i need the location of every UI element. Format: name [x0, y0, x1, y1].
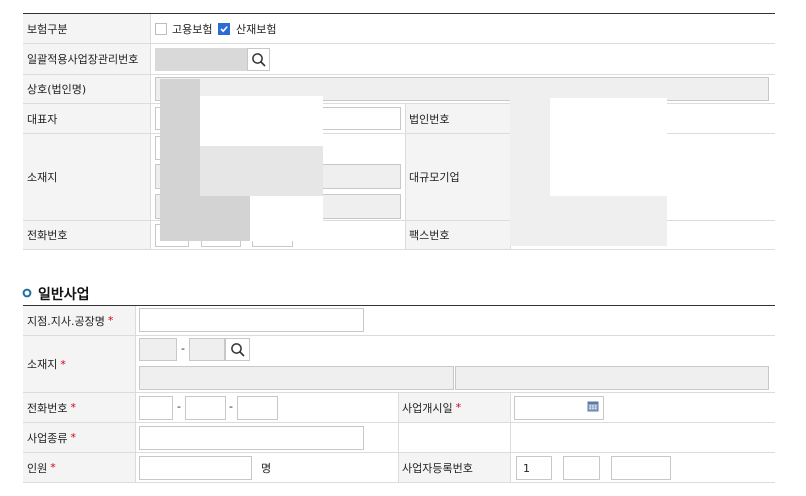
biz-reg-part2-input[interactable]: [563, 456, 600, 480]
phone-separator: -: [229, 400, 233, 413]
header-address: 소재지: [23, 134, 150, 220]
header-biz-reg: 사업자등록번호: [398, 453, 510, 482]
section-bullet-icon: [22, 288, 32, 298]
industrial-insurance-label: 산재보험: [236, 23, 277, 36]
redaction-mask: [550, 98, 667, 196]
phone-part3-input[interactable]: [237, 396, 278, 420]
address-zip1-input[interactable]: [139, 338, 177, 361]
address-zip2-input[interactable]: [189, 338, 225, 361]
header-corp-number: 법인번호: [405, 104, 510, 133]
header-branch: 지점.지사.공장명 *: [23, 306, 135, 335]
header-large-company: 대규모기업: [405, 134, 510, 220]
phone-part2-input[interactable]: [185, 396, 226, 420]
header-address: 소재지 *: [23, 336, 135, 392]
zip-separator: -: [181, 342, 185, 355]
redaction-mask: [160, 79, 200, 241]
header-mgmt-number: 일괄적용사업장관리번호: [23, 44, 150, 74]
mgmt-number-input[interactable]: [155, 48, 247, 71]
address-line1-input[interactable]: [139, 366, 454, 390]
staff-unit: 명: [261, 462, 272, 475]
redaction-mask: [250, 196, 323, 241]
section-title: 일반사업: [38, 287, 90, 303]
redaction-mask: [200, 196, 250, 241]
employment-insurance-label: 고용보험: [172, 23, 213, 36]
redaction-mask: [200, 96, 323, 146]
phone-part1-input[interactable]: [139, 396, 173, 420]
header-ceo: 대표자: [23, 104, 150, 133]
branch-name-input[interactable]: [139, 308, 364, 332]
biz-reg-part1-input[interactable]: [516, 456, 552, 480]
header-phone: 전화번호: [23, 221, 150, 249]
biz-reg-part3-input[interactable]: [611, 456, 671, 480]
header-staff: 인원 *: [23, 453, 135, 482]
header-fax: 팩스번호: [405, 221, 510, 249]
redaction-mask: [200, 146, 323, 196]
employment-insurance-checkbox[interactable]: [155, 23, 167, 35]
header-start-date: 사업개시일 *: [398, 393, 510, 422]
mgmt-number-search-button[interactable]: [247, 48, 270, 71]
header-insurance-type: 보험구분: [23, 14, 150, 43]
business-type-input[interactable]: [139, 426, 364, 450]
header-phone: 전화번호 *: [23, 393, 135, 422]
search-icon: [230, 342, 245, 357]
redaction-mask: [510, 98, 550, 246]
industrial-insurance-checkbox[interactable]: [218, 23, 230, 35]
header-business-type: 사업종류 *: [23, 423, 135, 452]
staff-count-input[interactable]: [139, 456, 252, 480]
address-line2-input[interactable]: [455, 366, 769, 390]
address-search-button[interactable]: [225, 338, 250, 361]
calendar-icon[interactable]: [587, 400, 599, 412]
search-icon: [251, 52, 266, 67]
phone-separator: -: [177, 400, 181, 413]
redaction-mask: [550, 196, 667, 246]
header-company-name: 상호(법인명): [23, 75, 150, 103]
